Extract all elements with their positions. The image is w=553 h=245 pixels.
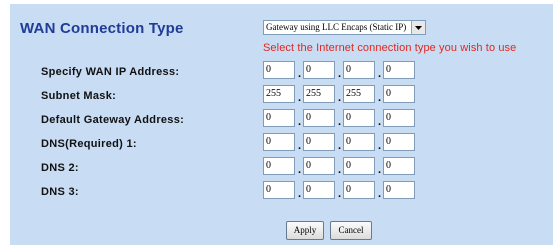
- dot-separator: .: [378, 92, 382, 104]
- dns2-label: DNS 2:: [41, 162, 79, 174]
- dot-separator: .: [298, 116, 302, 128]
- subnet-mask-octet-2[interactable]: 255: [303, 85, 335, 103]
- dot-separator: .: [378, 188, 382, 200]
- connection-type-hint: Select the Internet connection type you …: [263, 42, 517, 54]
- wan-ip-octet-1[interactable]: 0: [263, 61, 295, 79]
- dns3-label: DNS 3:: [41, 186, 79, 198]
- dns1-label: DNS(Required) 1:: [41, 138, 137, 150]
- dot-separator: .: [378, 140, 382, 152]
- dns1-octet-4[interactable]: 0: [383, 133, 415, 151]
- wan-ip-octet-4[interactable]: 0: [383, 61, 415, 79]
- dot-separator: .: [298, 188, 302, 200]
- dns2-octet-2[interactable]: 0: [303, 157, 335, 175]
- dot-separator: .: [338, 140, 342, 152]
- apply-button[interactable]: Apply: [286, 221, 324, 240]
- subnet-mask-octet-3[interactable]: 255: [343, 85, 375, 103]
- default-gateway-octet-4[interactable]: 0: [383, 109, 415, 127]
- dot-separator: .: [298, 68, 302, 80]
- dot-separator: .: [378, 116, 382, 128]
- dot-separator: .: [338, 116, 342, 128]
- dot-separator: .: [338, 188, 342, 200]
- cancel-button[interactable]: Cancel: [330, 221, 372, 240]
- dns3-octet-1[interactable]: 0: [263, 181, 295, 199]
- default-gateway-octet-2[interactable]: 0: [303, 109, 335, 127]
- dns3-octet-3[interactable]: 0: [343, 181, 375, 199]
- connection-type-value: Gateway using LLC Encaps (Static IP): [266, 22, 407, 32]
- default-gateway-octet-3[interactable]: 0: [343, 109, 375, 127]
- dot-separator: .: [298, 164, 302, 176]
- subnet-mask-octet-1[interactable]: 255: [263, 85, 295, 103]
- dns2-octet-4[interactable]: 0: [383, 157, 415, 175]
- dot-separator: .: [378, 68, 382, 80]
- section-title: WAN Connection Type: [20, 20, 184, 37]
- wan-ip-octet-2[interactable]: 0: [303, 61, 335, 79]
- default-gateway-label: Default Gateway Address:: [41, 114, 185, 126]
- dot-separator: .: [338, 164, 342, 176]
- wan-settings-panel: WAN Connection Type Gateway using LLC En…: [10, 4, 553, 245]
- dot-separator: .: [338, 92, 342, 104]
- dot-separator: .: [378, 164, 382, 176]
- connection-type-select[interactable]: Gateway using LLC Encaps (Static IP): [263, 20, 426, 35]
- dns2-octet-3[interactable]: 0: [343, 157, 375, 175]
- dns1-octet-3[interactable]: 0: [343, 133, 375, 151]
- dns3-octet-4[interactable]: 0: [383, 181, 415, 199]
- dns2-octet-1[interactable]: 0: [263, 157, 295, 175]
- subnet-mask-octet-4[interactable]: 0: [383, 85, 415, 103]
- chevron-down-icon[interactable]: [411, 21, 425, 34]
- wan-ip-octet-3[interactable]: 0: [343, 61, 375, 79]
- default-gateway-octet-1[interactable]: 0: [263, 109, 295, 127]
- dns3-octet-2[interactable]: 0: [303, 181, 335, 199]
- dns1-octet-1[interactable]: 0: [263, 133, 295, 151]
- dot-separator: .: [298, 140, 302, 152]
- dns1-octet-2[interactable]: 0: [303, 133, 335, 151]
- wan-ip-label: Specify WAN IP Address:: [41, 66, 180, 78]
- subnet-mask-label: Subnet Mask:: [41, 90, 117, 102]
- dot-separator: .: [298, 92, 302, 104]
- dot-separator: .: [338, 68, 342, 80]
